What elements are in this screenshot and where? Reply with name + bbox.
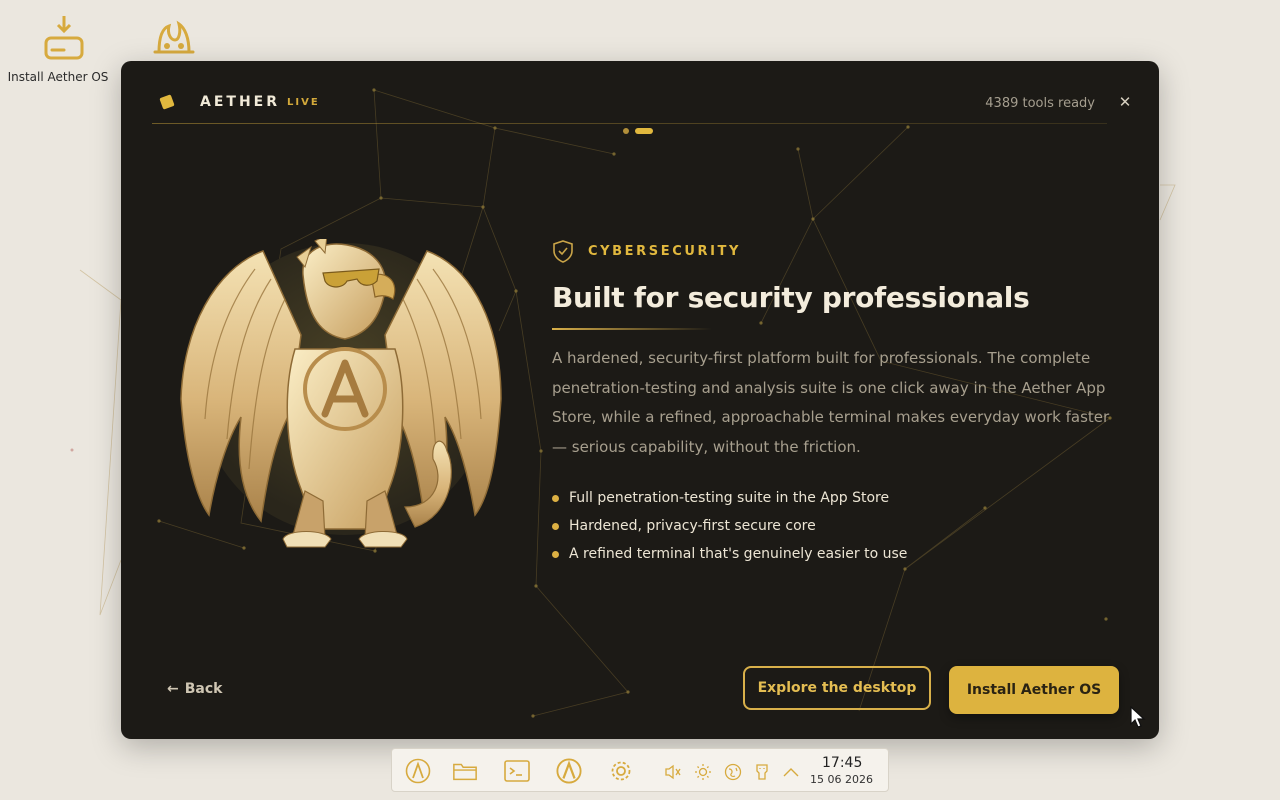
list-item: Full penetration-testing suite in the Ap… <box>552 484 1122 512</box>
list-item-text: A refined terminal that's genuinely easi… <box>569 546 908 562</box>
install-aether-os-desktop-icon[interactable]: Install Aether OS <box>6 14 110 84</box>
live-badge: LIVE <box>287 97 320 108</box>
category-eyebrow: CYBERSECURITY <box>552 239 1122 263</box>
volume-muted-icon[interactable] <box>664 763 682 781</box>
clock-date[interactable]: 15 06 2026 <box>810 773 873 786</box>
list-item: A refined terminal that's genuinely easi… <box>552 540 1122 568</box>
bullet-dot <box>552 494 559 502</box>
shield-check-icon <box>553 240 573 263</box>
taskbar: 17:45 15 06 2026 <box>391 748 889 792</box>
aether-logo-icon <box>159 94 175 110</box>
brand-name: AETHER <box>200 94 281 110</box>
feature-list: Full penetration-testing suite in the Ap… <box>552 484 1122 568</box>
bullet-dot <box>552 550 559 558</box>
drive-download-icon <box>44 16 84 60</box>
aether-store-icon[interactable] <box>556 758 582 784</box>
feature-content: CYBERSECURITY Built for security profess… <box>552 239 1122 584</box>
settings-icon[interactable] <box>608 758 634 784</box>
welcome-dialog: AETHER LIVE 4389 tools ready ✕ CYBERSECU… <box>121 61 1159 739</box>
aether-launcher-icon[interactable] <box>405 758 431 784</box>
bullet-dot <box>552 522 559 530</box>
network-icon[interactable] <box>724 763 742 781</box>
second-desktop-icon[interactable] <box>148 18 200 58</box>
griffin-app-icon <box>153 20 195 54</box>
category-label: CYBERSECURITY <box>588 243 742 259</box>
back-button[interactable]: ← Back <box>167 681 222 697</box>
page-dot-active[interactable] <box>635 128 653 134</box>
chevron-up-icon[interactable] <box>782 763 800 781</box>
griffin-illustration <box>180 239 502 548</box>
list-item-text: Hardened, privacy-first secure core <box>569 518 816 534</box>
header-divider <box>152 123 1107 124</box>
close-button[interactable]: ✕ <box>1115 92 1135 112</box>
install-button[interactable]: Install Aether OS <box>949 666 1119 714</box>
back-label: Back <box>184 681 223 697</box>
feature-title: Built for security professionals <box>552 281 1030 314</box>
list-item-text: Full penetration-testing suite in the Ap… <box>569 490 890 506</box>
title-underline <box>552 328 712 330</box>
clock-time[interactable]: 17:45 <box>822 755 862 771</box>
page-dot[interactable] <box>623 128 629 134</box>
dialog-header: AETHER LIVE 4389 tools ready ✕ <box>121 61 1159 123</box>
feature-description: A hardened, security-first platform buil… <box>552 349 1110 456</box>
explore-desktop-button[interactable]: Explore the desktop <box>743 666 931 710</box>
mouse-pointer-icon <box>1130 706 1146 728</box>
folder-icon[interactable] <box>452 758 478 784</box>
list-item: Hardened, privacy-first secure core <box>552 512 1122 540</box>
terminal-icon[interactable] <box>504 758 530 784</box>
page-indicator <box>623 128 653 134</box>
tools-ready-count: 4389 tools ready <box>985 96 1095 111</box>
brightness-icon[interactable] <box>694 763 712 781</box>
usb-icon[interactable] <box>753 763 771 781</box>
desktop-icon-label: Install Aether OS <box>7 70 109 84</box>
arrow-left-icon: ← <box>167 681 179 697</box>
